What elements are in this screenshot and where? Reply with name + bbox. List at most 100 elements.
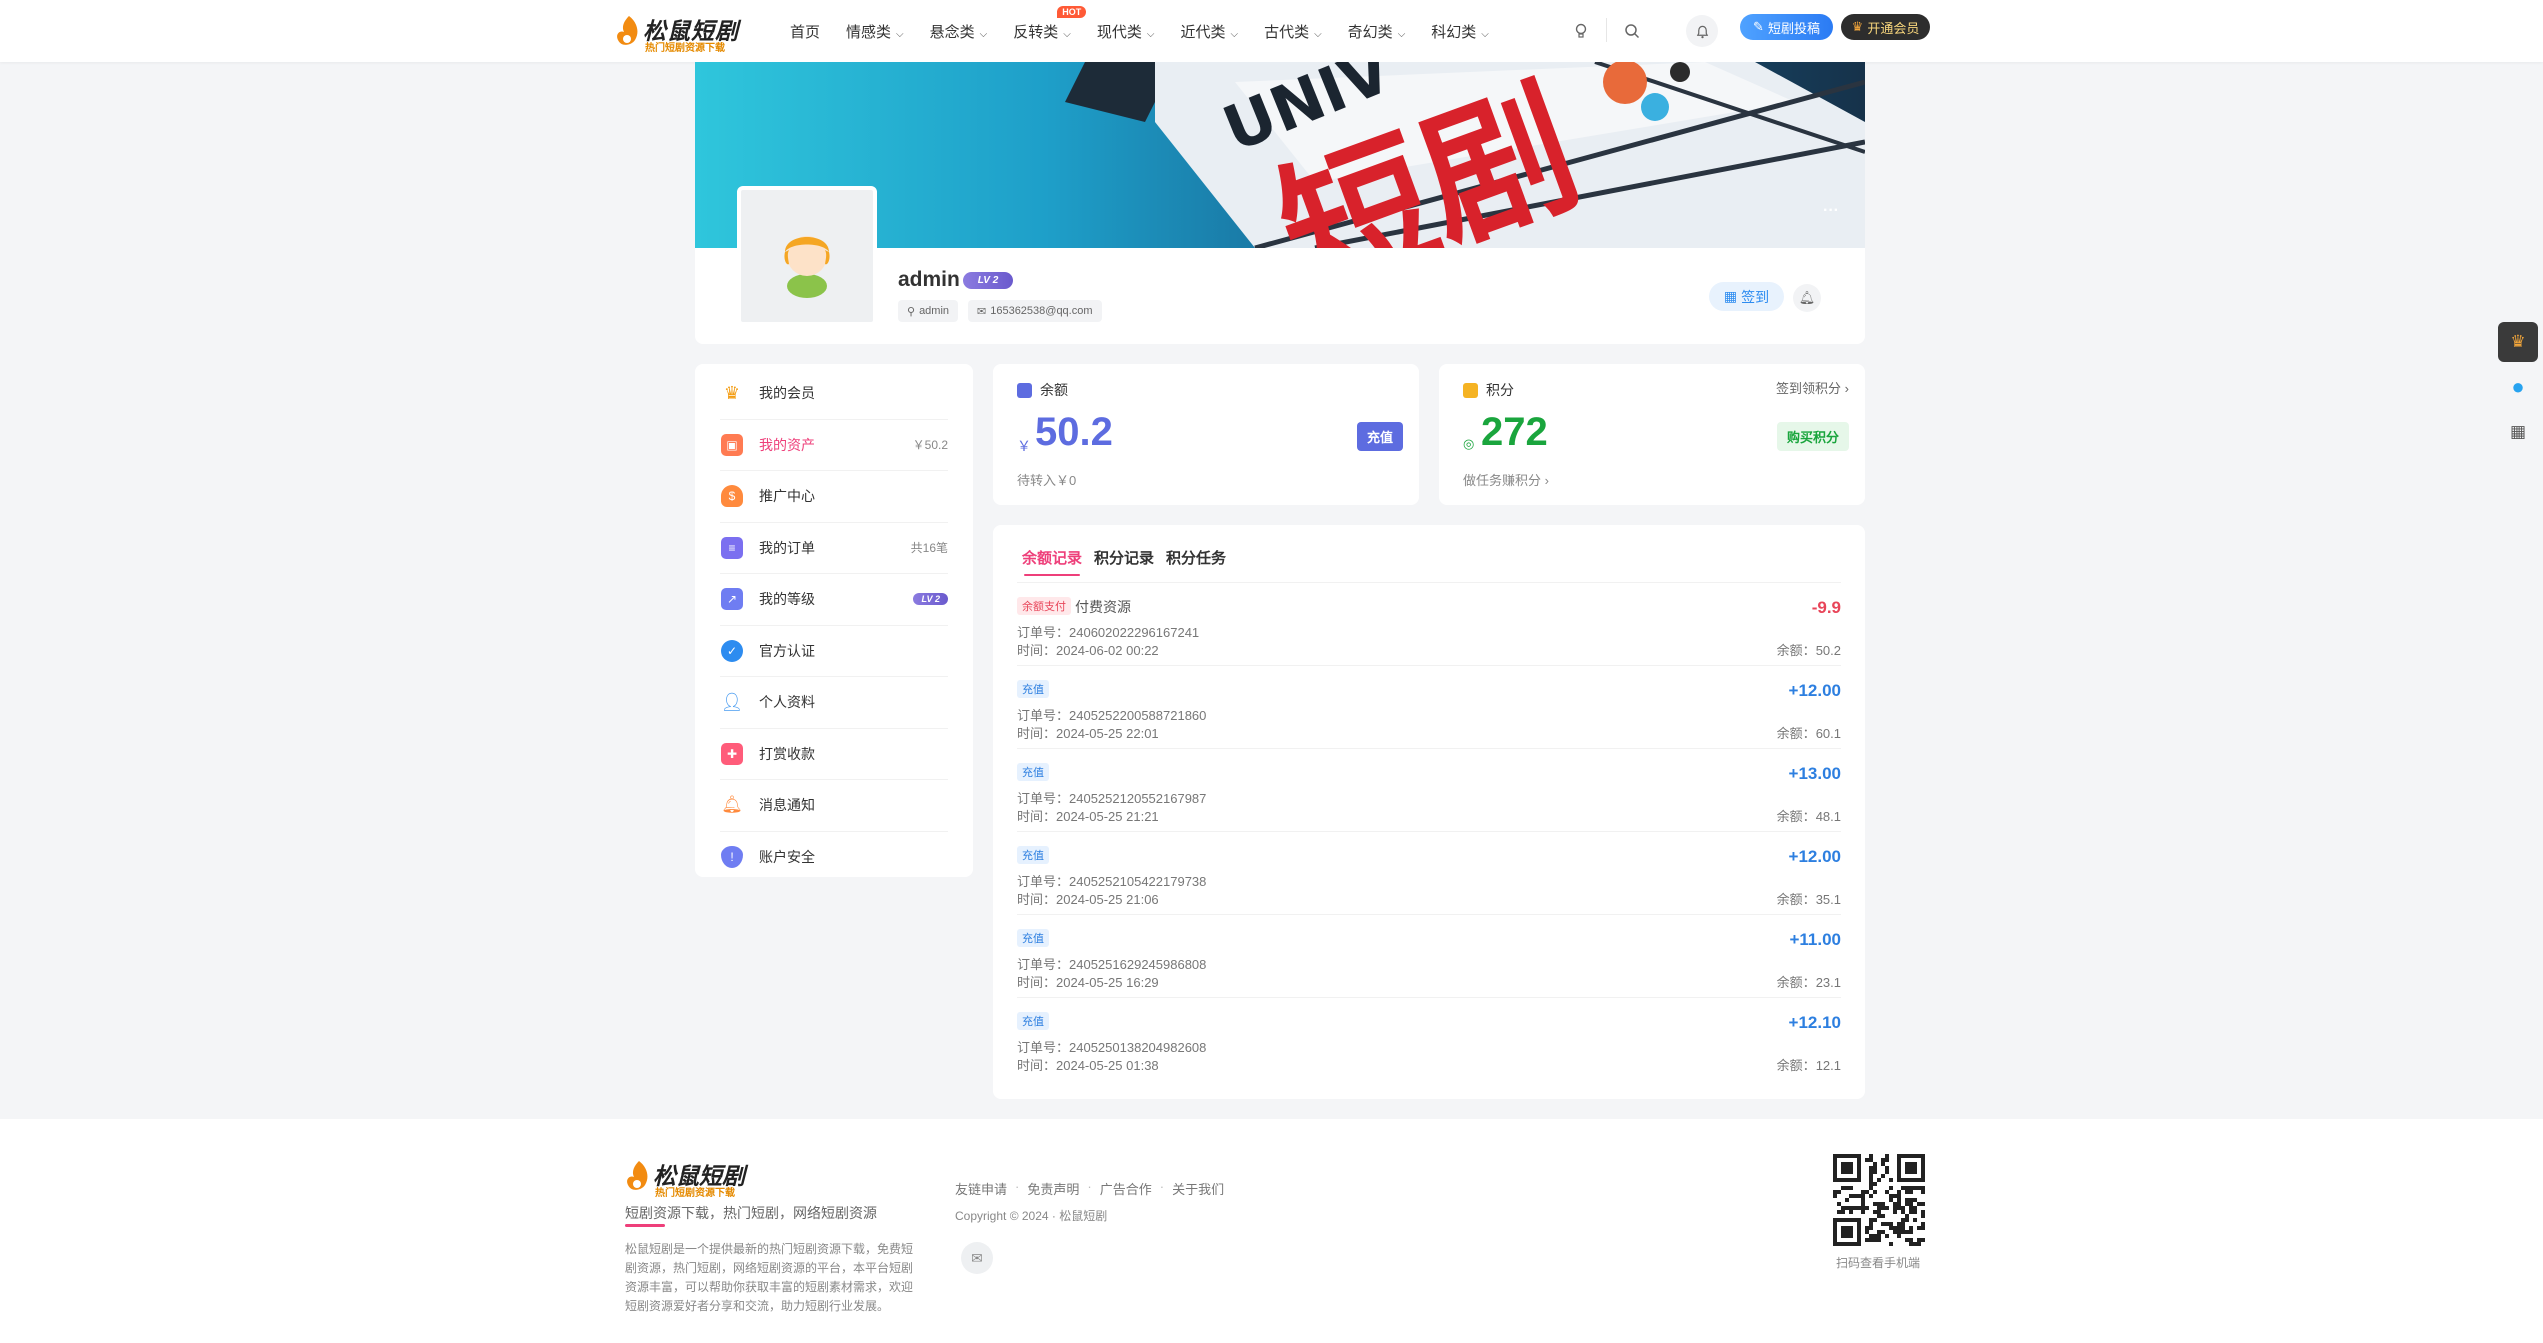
footer-description: 松鼠短剧是一个提供最新的热门短剧资源下载，免费短剧资源，热门短剧，网络短剧资源的…: [625, 1242, 914, 1313]
menu-item-verification[interactable]: ✓ 官方认证: [720, 626, 948, 677]
sign-for-points-link[interactable]: 签到领积分 ›: [1776, 378, 1849, 397]
record-amount: +12.10: [1788, 1013, 1841, 1032]
tab-points-tasks[interactable]: 积分任务: [1166, 547, 1226, 576]
login-tag: ⚲ admin: [898, 300, 959, 322]
menu-item-membership[interactable]: ♛ 我的会员: [720, 368, 948, 420]
post-drama-button[interactable]: ✎ 短剧投稿: [1740, 14, 1833, 40]
tab-points-records[interactable]: 积分记录: [1094, 547, 1154, 576]
record-amount: +11.00: [1789, 930, 1841, 949]
menu-item-security[interactable]: ! 账户安全: [720, 832, 948, 884]
chevron-down-icon: ⌵: [896, 28, 904, 40]
records-panel: 余额记录 积分记录 积分任务 余额支付 付费资源 订单号：2406020222961…: [993, 525, 1865, 1099]
top-header: 松鼠短剧 热门短剧资源下载 首页 情感类 ⌵ 悬念类 ⌵ 反转类 HOT ⌵ 现代类 ⌵ …: [0, 0, 2543, 62]
record-time: 时间：2024-05-25 01:38: [1017, 1058, 1159, 1073]
record-row: 充值 订单号：240525220058872186​0 时间：2024-05-25 …: [1017, 665, 1841, 748]
site-logo[interactable]: 松鼠短剧 热门短剧资源下载: [615, 8, 745, 54]
nav-item-recent[interactable]: 近代类 ⌵: [1180, 21, 1238, 42]
order-icon: ≡: [721, 536, 743, 559]
record-order-number: 订单号：2405251629245986808: [1017, 957, 1207, 972]
gift-icon: ✚: [721, 742, 743, 765]
points-amount: 272: [1481, 410, 1548, 454]
user-icon: ⚲: [907, 305, 916, 318]
open-vip-button[interactable]: ♛ 开通会员: [1841, 14, 1930, 40]
nav-item-ancient[interactable]: 古代类 ⌵: [1264, 21, 1322, 42]
search-icon[interactable]: [1616, 15, 1648, 47]
record-time: 时间：2024-05-25 22:01: [1017, 726, 1159, 741]
earn-points-link[interactable]: 做任务赚积分 ›: [1463, 470, 1549, 489]
record-type-badge: 充值: [1017, 929, 1049, 947]
profile-card: UNIV 短剧 ··· admin LV 2 ⚲ admin ✉ 165362538…: [695, 62, 1865, 344]
calendar-icon: ▦: [1723, 288, 1738, 304]
record-order-number: 订单号：2405250138204982608: [1017, 1040, 1207, 1055]
nav-item-fantasy[interactable]: 奇幻类 ⌵: [1348, 21, 1406, 42]
record-row: 余额支付 付费资源 订单号：240602022296167241 时间：2024-06…: [1017, 582, 1841, 665]
recharge-button[interactable]: 充值: [1356, 422, 1403, 451]
records-tabs: 余额记录 积分记录 积分任务: [1022, 547, 1238, 576]
mail-icon[interactable]: ✉: [961, 1242, 993, 1274]
footer-logo-subtitle: 热门短剧资源下载: [655, 1188, 735, 1199]
menu-item-messages[interactable]: 🔔︎ 消息通知: [720, 780, 948, 832]
balance-amount: 50.2: [1035, 410, 1113, 454]
hot-badge: HOT: [1057, 5, 1087, 18]
footer-link-disclaimer[interactable]: 免责声明: [1027, 1179, 1079, 1198]
chevron-down-icon: ⌵: [1230, 28, 1239, 40]
user-avatar-icon: [784, 236, 830, 298]
bell-icon: 🔔︎: [1798, 290, 1816, 305]
floating-toolbar: ♛ ● ▦: [2498, 322, 2542, 457]
menu-item-assets[interactable]: ▣ 我的资产 ￥50.2: [720, 420, 948, 471]
avatar[interactable]: [737, 186, 877, 326]
lightbulb-icon[interactable]: [1565, 15, 1597, 47]
bell-icon[interactable]: [1686, 15, 1718, 47]
record-order-number: 订单号：240525220058872186​0: [1017, 708, 1207, 723]
nav-item-suspense[interactable]: 悬念类 ⌵: [930, 21, 988, 42]
record-amount: -9.9: [1811, 598, 1841, 617]
chevron-down-icon: ⌵: [1146, 28, 1155, 40]
record-description: 付费资源: [1075, 599, 1131, 615]
chevron-down-icon: ⌵: [1314, 28, 1322, 40]
nav-item-home[interactable]: 首页: [790, 21, 820, 42]
notification-bell-button[interactable]: 🔔︎: [1793, 284, 1821, 312]
chevron-down-icon: ⌵: [979, 28, 988, 40]
record-type-badge: 余额支付: [1017, 597, 1071, 615]
squirrel-logo-icon: [617, 16, 638, 45]
menu-item-profile[interactable]: 👤︎ 个人资料: [720, 677, 948, 729]
nav-item-scifi[interactable]: 科幻类 ⌵: [1431, 21, 1489, 42]
record-balance: 余额：48.1: [1776, 809, 1841, 824]
wallet-icon: ▣: [721, 433, 743, 456]
menu-item-level[interactable]: ↗ 我的等级 LV 2: [720, 574, 948, 626]
footer-link-ads[interactable]: 广告合作: [1100, 1179, 1152, 1198]
verified-icon: ✓: [721, 639, 743, 662]
nav-item-emotion[interactable]: 情感类 ⌵: [846, 21, 904, 42]
record-amount: +12.00: [1788, 847, 1841, 866]
menu-item-tips[interactable]: ✚ 打赏收款: [720, 729, 948, 780]
sign-in-button[interactable]: ▦ 签到: [1709, 282, 1784, 311]
crown-icon: ♛: [723, 382, 741, 403]
currency-symbol: ￥: [1017, 438, 1031, 454]
record-amount: +13.00: [1788, 764, 1841, 783]
main-nav: 首页 情感类 ⌵ 悬念类 ⌵ 反转类 HOT ⌵ 现代类 ⌵ 近代类 ⌵ 古代类 ⌵ 奇幻类 ⌵…: [790, 0, 1515, 62]
tab-balance-records[interactable]: 余额记录: [1022, 547, 1082, 576]
email-tag: ✉ 165362538@qq.com: [968, 300, 1102, 322]
squirrel-logo-icon: [627, 1161, 648, 1190]
ellipsis-icon[interactable]: ···: [1823, 202, 1839, 220]
nav-item-twist[interactable]: 反转类 HOT ⌵: [1013, 5, 1087, 42]
footer-logo[interactable]: 松鼠短剧 热门短剧资源下载: [625, 1153, 765, 1199]
menu-item-orders[interactable]: ≡ 我的订单 共16笔: [720, 523, 948, 574]
balance-record-list: 余额支付 付费资源 订单号：240602022296167241 时间：2024-06…: [1017, 582, 1841, 1080]
vip-crown-icon[interactable]: ♛: [2498, 322, 2538, 362]
qq-icon[interactable]: ●: [2498, 367, 2538, 407]
record-order-number: 订单号：2405252105422179738: [1017, 874, 1207, 889]
record-row: 充值 订单号：2405250138204982608 时间：2024-05-25 0…: [1017, 997, 1841, 1080]
footer-link-friendlink[interactable]: 友链申请: [955, 1179, 1007, 1198]
menu-item-promotion[interactable]: $ 推广中心: [720, 471, 948, 523]
balance-card: 余额 ￥ 50.2 待转入￥0 充值: [993, 364, 1419, 505]
record-balance: 余额：50.2: [1776, 643, 1841, 658]
record-balance: 余额：23.1: [1776, 975, 1841, 990]
copyright: Copyright © 2024 · 松鼠短剧: [955, 1209, 1108, 1223]
nav-item-modern[interactable]: 现代类 ⌵: [1097, 21, 1155, 42]
qrcode-icon[interactable]: ▦: [2498, 412, 2538, 452]
coin-icon: ◎: [1463, 436, 1475, 451]
footer-link-about[interactable]: 关于我们: [1172, 1179, 1224, 1198]
qr-caption: 扫码查看手机端: [1836, 1256, 1921, 1270]
buy-points-button[interactable]: 购买积分: [1776, 422, 1849, 451]
